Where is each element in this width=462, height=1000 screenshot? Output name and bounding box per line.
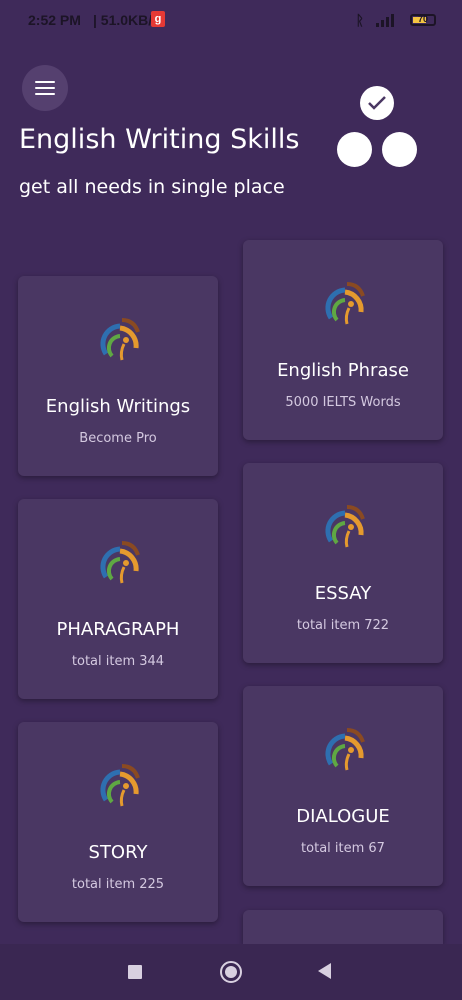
page-title: English Writing Skills: [19, 124, 300, 155]
status-icons: ᚱ 70: [356, 12, 436, 28]
battery-level: 70: [417, 14, 428, 24]
card-subtitle: total item 67: [301, 841, 385, 856]
bluetooth-icon: ᚱ: [355, 12, 364, 28]
app-notification-badge: g: [151, 11, 165, 27]
card-subtitle: total item 344: [71, 654, 165, 669]
card-story[interactable]: STORY total item 225: [18, 722, 218, 922]
card-title: PHARAGRAPH: [56, 619, 180, 640]
battery-icon: 70: [410, 14, 436, 26]
square-icon[interactable]: [128, 965, 142, 979]
card-pharagraph[interactable]: PHARAGRAPH total item 344: [18, 499, 218, 699]
card-english-writings[interactable]: English Writings Become Pro: [18, 276, 218, 476]
card-english-phrase[interactable]: English Phrase 5000 IELTS Words: [243, 240, 443, 440]
check-dot: [360, 86, 394, 120]
app-logo-icon: [325, 505, 365, 548]
card-essay[interactable]: ESSAY total item 722: [243, 463, 443, 663]
card-subtitle: Become Pro: [79, 431, 157, 446]
white-dot-right: [382, 132, 417, 167]
circle-icon[interactable]: [220, 961, 242, 983]
card-title: STORY: [88, 842, 148, 863]
card-title: English Phrase: [277, 360, 409, 381]
triangle-back-icon[interactable]: [318, 963, 331, 979]
card-subtitle: total item 225: [71, 877, 165, 892]
app-logo-icon: [100, 318, 140, 361]
page-subtitle: get all needs in single place: [19, 176, 285, 198]
card-partial[interactable]: [243, 910, 443, 944]
status-bar: 2:52 PM | 51.0KB/s g ᚱ 70: [0, 0, 462, 40]
white-dot-left: [337, 132, 372, 167]
card-subtitle: 5000 IELTS Words: [285, 395, 401, 410]
status-network-speed: | 51.0KB/s: [93, 12, 160, 28]
hamburger-menu-icon: [35, 81, 55, 95]
card-title: ESSAY: [314, 583, 372, 604]
system-nav-bar: [0, 944, 462, 1000]
app-logo-icon: [325, 728, 365, 771]
menu-button[interactable]: [22, 65, 68, 111]
check-icon: [368, 96, 386, 110]
app-logo-icon: [100, 764, 140, 807]
card-subtitle: total item 722: [296, 618, 390, 633]
app-logo-icon: [100, 541, 140, 584]
card-title: English Writings: [45, 396, 191, 417]
signal-icon: [374, 13, 400, 27]
card-title: DIALOGUE: [296, 806, 390, 827]
status-time: 2:52 PM: [28, 12, 81, 28]
card-dialogue[interactable]: DIALOGUE total item 67: [243, 686, 443, 886]
app-logo-icon: [325, 282, 365, 325]
